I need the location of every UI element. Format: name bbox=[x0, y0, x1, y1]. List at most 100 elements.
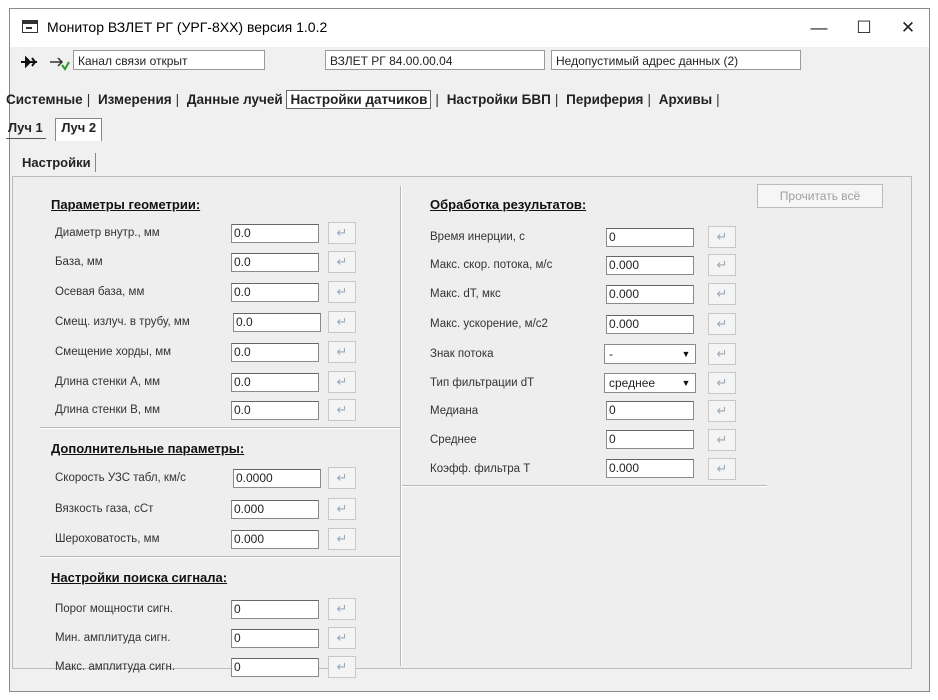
tab-periphery[interactable]: Периферия bbox=[566, 92, 643, 107]
max-flow-speed-label: Макс. скор. потока, м/с bbox=[430, 259, 553, 271]
settings-panel bbox=[12, 176, 912, 669]
apply-icon[interactable]: ↵ bbox=[708, 226, 736, 248]
wall-a-input[interactable]: 0.0 bbox=[231, 373, 319, 392]
inner-diameter-label: Диаметр внутр., мм bbox=[55, 227, 160, 239]
gas-viscosity-label: Вязкость газа, сСт bbox=[55, 503, 154, 515]
apply-icon[interactable]: ↵ bbox=[328, 251, 356, 273]
plug-icon[interactable] bbox=[20, 55, 38, 73]
wall-b-label: Длина стенки В, мм bbox=[55, 404, 161, 416]
title-bar: Монитор ВЗЛЕТ РГ (УРГ-8ХХ) версия 1.0.2 … bbox=[10, 9, 929, 47]
apply-icon[interactable]: ↵ bbox=[708, 313, 736, 335]
minimize-button[interactable]: — bbox=[797, 13, 841, 43]
tab-archives[interactable]: Архивы bbox=[659, 92, 712, 107]
tab-settings[interactable]: Настройки bbox=[18, 153, 96, 172]
axial-base-input[interactable]: 0.0 bbox=[231, 283, 319, 302]
apply-icon[interactable]: ↵ bbox=[328, 467, 356, 489]
apply-icon[interactable]: ↵ bbox=[708, 372, 736, 394]
flow-sign-value: - bbox=[609, 347, 613, 361]
inner-diameter-input[interactable]: 0.0 bbox=[231, 224, 319, 243]
tab-beam-data[interactable]: Данные лучей bbox=[187, 92, 283, 107]
filter-type-label: Тип фильтрации dT bbox=[430, 377, 535, 389]
average-input[interactable]: 0 bbox=[606, 430, 694, 449]
chord-offset-label: Смещение хорды, мм bbox=[55, 346, 172, 358]
signal-section-title: Настройки поиска сигнала: bbox=[51, 570, 228, 585]
axial-base-label: Осевая база, мм bbox=[55, 286, 145, 298]
gas-viscosity-input[interactable]: 0.000 bbox=[231, 500, 319, 519]
max-acceleration-input[interactable]: 0.000 bbox=[606, 315, 694, 334]
max-amplitude-input[interactable]: 0 bbox=[231, 658, 319, 677]
apply-icon[interactable]: ↵ bbox=[708, 254, 736, 276]
divider bbox=[40, 427, 400, 429]
max-amplitude-label: Макс. амплитуда сигн. bbox=[55, 661, 176, 673]
min-amplitude-input[interactable]: 0 bbox=[231, 629, 319, 648]
chevron-down-icon[interactable]: ▼ bbox=[679, 346, 693, 362]
tab-sensor-settings[interactable]: Настройки датчиков bbox=[286, 90, 432, 109]
flow-sign-label: Знак потока bbox=[430, 348, 494, 360]
tab-beam-2[interactable]: Луч 2 bbox=[55, 118, 103, 141]
power-threshold-input[interactable]: 0 bbox=[231, 600, 319, 619]
apply-icon[interactable]: ↵ bbox=[328, 598, 356, 620]
geometry-section-title: Параметры геометрии: bbox=[51, 197, 201, 212]
roughness-input[interactable]: 0.000 bbox=[231, 530, 319, 549]
base-input[interactable]: 0.0 bbox=[231, 253, 319, 272]
sound-speed-input[interactable]: 0.0000 bbox=[233, 469, 321, 488]
min-amplitude-label: Мин. амплитуда сигн. bbox=[55, 632, 171, 644]
apply-icon[interactable]: ↵ bbox=[708, 458, 736, 480]
max-dt-input[interactable]: 0.000 bbox=[606, 285, 694, 304]
tab-system[interactable]: Системные bbox=[6, 92, 83, 107]
read-all-button[interactable]: Прочитать всё bbox=[757, 184, 883, 208]
filter-type-value: среднее bbox=[609, 376, 656, 390]
tab-bvp-settings[interactable]: Настройки БВП bbox=[447, 92, 551, 107]
app-window-icon bbox=[22, 20, 38, 33]
wall-a-label: Длина стенки А, мм bbox=[55, 376, 161, 388]
apply-icon[interactable]: ↵ bbox=[708, 343, 736, 365]
arrow-connect-icon[interactable] bbox=[48, 53, 70, 75]
device-field: ВЗЛЕТ РГ 84.00.00.04 bbox=[325, 50, 545, 70]
apply-icon[interactable]: ↵ bbox=[328, 399, 356, 421]
window-title: Монитор ВЗЛЕТ РГ (УРГ-8ХХ) версия 1.0.2 bbox=[47, 19, 328, 35]
apply-icon[interactable]: ↵ bbox=[328, 498, 356, 520]
toolbar: Канал связи открыт ВЗЛЕТ РГ 84.00.00.04 … bbox=[10, 47, 929, 77]
power-threshold-label: Порог мощности сигн. bbox=[55, 603, 173, 615]
flow-sign-select[interactable]: - ▼ bbox=[604, 344, 696, 364]
tab-measurements[interactable]: Измерения bbox=[98, 92, 172, 107]
max-acceleration-label: Макс. ускорение, м/с2 bbox=[430, 318, 548, 330]
beam-tabs: Луч 1 Луч 2 bbox=[6, 118, 103, 141]
divider bbox=[402, 485, 767, 487]
maximize-button[interactable]: ☐ bbox=[842, 13, 886, 43]
apply-icon[interactable]: ↵ bbox=[328, 371, 356, 393]
apply-icon[interactable]: ↵ bbox=[328, 656, 356, 678]
filter-type-select[interactable]: среднее ▼ bbox=[604, 373, 696, 393]
wall-b-input[interactable]: 0.0 bbox=[231, 401, 319, 420]
error-field: Недопустимый адрес данных (2) bbox=[551, 50, 801, 70]
apply-icon[interactable]: ↵ bbox=[708, 283, 736, 305]
median-input[interactable]: 0 bbox=[606, 401, 694, 420]
processing-section-title: Обработка результатов: bbox=[430, 197, 587, 212]
filter-coef-input[interactable]: 0.000 bbox=[606, 459, 694, 478]
average-label: Среднее bbox=[430, 434, 477, 446]
emitter-offset-label: Смещ. излуч. в трубу, мм bbox=[55, 316, 190, 328]
emitter-offset-input[interactable]: 0.0 bbox=[233, 313, 321, 332]
apply-icon[interactable]: ↵ bbox=[328, 341, 356, 363]
divider bbox=[40, 556, 400, 558]
main-tabs: Системные | Измерения | Данные лучей Настр… bbox=[6, 90, 720, 109]
apply-icon[interactable]: ↵ bbox=[708, 400, 736, 422]
apply-icon[interactable]: ↵ bbox=[328, 528, 356, 550]
column-divider bbox=[400, 186, 402, 666]
apply-icon[interactable]: ↵ bbox=[328, 281, 356, 303]
max-flow-speed-input[interactable]: 0.000 bbox=[606, 256, 694, 275]
max-dt-label: Макс. dT, мкс bbox=[430, 288, 501, 300]
roughness-label: Шероховатость, мм bbox=[55, 533, 160, 545]
apply-icon[interactable]: ↵ bbox=[328, 311, 356, 333]
apply-icon[interactable]: ↵ bbox=[328, 627, 356, 649]
chord-offset-input[interactable]: 0.0 bbox=[231, 343, 319, 362]
chevron-down-icon[interactable]: ▼ bbox=[679, 375, 693, 391]
apply-icon[interactable]: ↵ bbox=[328, 222, 356, 244]
tab-beam-1[interactable]: Луч 1 bbox=[6, 120, 46, 139]
sound-speed-label: Скорость УЗС табл, км/с bbox=[55, 472, 186, 484]
inertia-time-input[interactable]: 0 bbox=[606, 228, 694, 247]
median-label: Медиана bbox=[430, 405, 479, 417]
close-button[interactable]: ✕ bbox=[886, 13, 930, 43]
apply-icon[interactable]: ↵ bbox=[708, 429, 736, 451]
additional-section-title: Дополнительные параметры: bbox=[51, 441, 245, 456]
